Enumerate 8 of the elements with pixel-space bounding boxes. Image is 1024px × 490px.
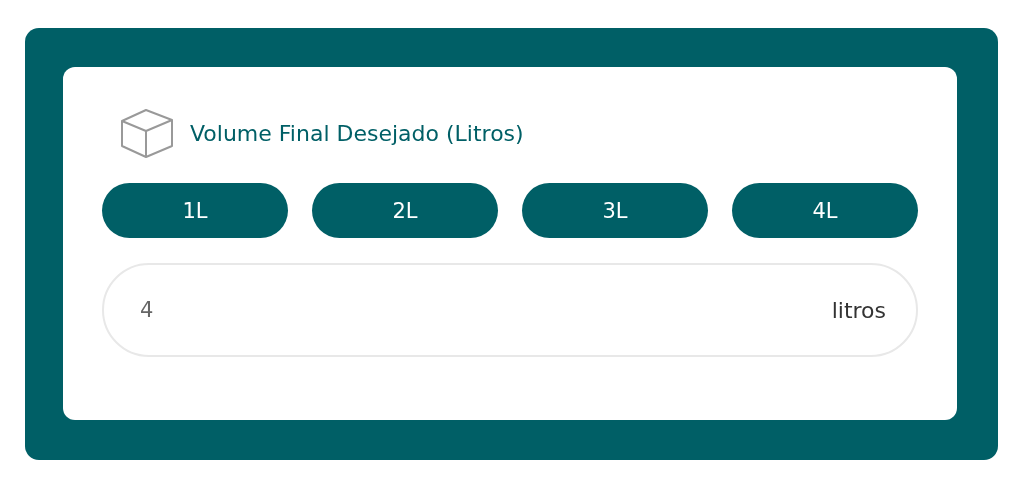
unit-label: litros (831, 297, 886, 323)
section-title: Volume Final Desejado (Litros) (190, 120, 524, 146)
volume-input-field[interactable]: 4 (138, 297, 832, 323)
preset-button[interactable]: 4L (732, 183, 918, 238)
preset-button[interactable]: 3L (522, 183, 708, 238)
cube-icon (118, 107, 176, 159)
preset-button[interactable]: 1L (102, 183, 288, 238)
preset-button[interactable]: 2L (312, 183, 498, 238)
